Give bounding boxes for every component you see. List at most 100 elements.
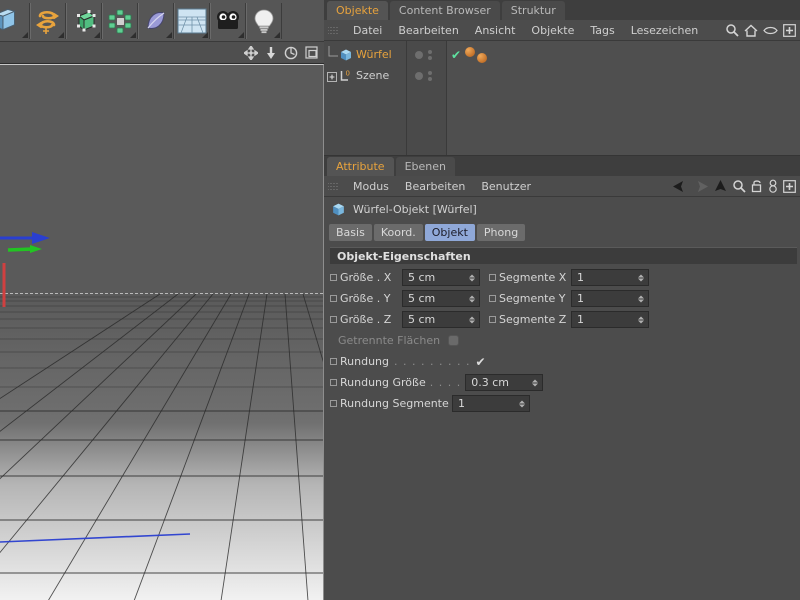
visibility-row-szene[interactable]	[407, 65, 446, 86]
tab-phong[interactable]: Phong	[477, 224, 525, 241]
z-axis-arrow	[32, 232, 50, 244]
menu-datei[interactable]: Datei	[345, 24, 390, 37]
search-icon[interactable]	[725, 23, 739, 37]
enabled-checkmark-icon[interactable]: ✔	[451, 49, 461, 61]
add-layer-icon[interactable]	[783, 24, 796, 37]
animate-checkbox-groesse-z[interactable]	[330, 316, 337, 323]
input-rundung-segmente[interactable]: 1	[452, 395, 530, 412]
spinner-groesse-x[interactable]	[469, 274, 475, 281]
cinema4d-window: Objekte Content Browser Struktur Datei B…	[0, 0, 800, 600]
panel-gripper-icon[interactable]	[328, 25, 339, 36]
object-row-wuerfel[interactable]: Würfel	[324, 44, 406, 65]
input-groesse-z[interactable]: 5 cm	[402, 311, 480, 328]
tool-camera-object[interactable]	[210, 3, 246, 39]
menu-objekte[interactable]: Objekte	[523, 24, 582, 37]
pin-icon[interactable]	[768, 179, 778, 193]
tool-corner-marker	[130, 32, 136, 38]
label-getrennte-flaechen: Getrennte Flächen	[338, 334, 448, 347]
x-axis-arrow[interactable]	[0, 263, 14, 313]
tag-sphere-icon[interactable]	[477, 53, 487, 63]
input-segmente-z[interactable]: 1	[571, 311, 649, 328]
animate-checkbox-segmente-x[interactable]	[489, 274, 496, 281]
tool-corner-marker	[238, 32, 244, 38]
animate-checkbox-rundung-groesse[interactable]	[330, 379, 337, 386]
object-manager-list[interactable]: Würfel 0 Szene	[324, 41, 800, 156]
animate-checkbox-groesse-x[interactable]	[330, 274, 337, 281]
input-groesse-y[interactable]: 5 cm	[402, 290, 480, 307]
value-rundung-segmente: 1	[458, 397, 465, 410]
editor-render-dots[interactable]	[428, 71, 432, 81]
menu-lesezeichen[interactable]: Lesezeichen	[623, 24, 707, 37]
y-axis-arrow	[30, 245, 42, 253]
expand-plus-icon[interactable]	[326, 69, 339, 83]
value-rundung-groesse: 0.3 cm	[471, 376, 509, 389]
section-objekt-eigenschaften: Objekt-Eigenschaften	[330, 247, 797, 264]
input-groesse-x[interactable]: 5 cm	[402, 269, 480, 286]
checkbox-rundung[interactable]: ✔	[475, 356, 485, 368]
spinner-rundung-groesse[interactable]	[532, 379, 538, 386]
nav-up-icon[interactable]	[714, 179, 727, 194]
dolly-icon[interactable]	[265, 46, 277, 60]
animate-checkbox-rundung-segmente[interactable]	[330, 400, 337, 407]
tab-ebenen[interactable]: Ebenen	[396, 157, 455, 176]
tab-objekte[interactable]: Objekte	[327, 1, 388, 20]
tool-cube-primitive[interactable]	[0, 3, 30, 39]
spinner-rundung-segmente[interactable]	[519, 400, 525, 407]
spinner-segmente-z[interactable]	[638, 316, 644, 323]
pan-icon[interactable]	[244, 46, 258, 60]
prop-row-rundung-groesse: Rundung Größe . . . . 0.3 cm	[324, 372, 800, 393]
input-segmente-x[interactable]: 1	[571, 269, 649, 286]
menu-bearbeiten[interactable]: Bearbeiten	[390, 24, 466, 37]
editor-render-dots[interactable]	[428, 50, 432, 60]
tool-nurbs-object[interactable]	[138, 3, 174, 39]
attribute-object-title-row: Würfel-Objekt [Würfel]	[324, 197, 800, 221]
home-icon[interactable]	[744, 24, 758, 37]
menu-ansicht[interactable]: Ansicht	[467, 24, 524, 37]
add-icon[interactable]	[783, 180, 796, 193]
menu-tags[interactable]: Tags	[582, 24, 622, 37]
nav-forward-icon[interactable]	[693, 180, 709, 193]
menu-modus[interactable]: Modus	[345, 180, 397, 193]
tag-sphere-icon[interactable]	[465, 47, 475, 57]
tab-content-browser[interactable]: Content Browser	[390, 1, 500, 20]
leader-dots-rundung: . . . . . . . . .	[394, 355, 470, 368]
animate-checkbox-segmente-y[interactable]	[489, 295, 496, 302]
rotate-icon[interactable]	[284, 46, 298, 60]
perspective-viewport[interactable]	[0, 64, 324, 600]
nav-back-icon[interactable]	[672, 180, 688, 193]
axis-gizmo[interactable]	[0, 205, 150, 265]
animate-checkbox-segmente-z[interactable]	[489, 316, 496, 323]
search-icon[interactable]	[732, 179, 746, 193]
tab-basis[interactable]: Basis	[329, 224, 372, 241]
spinner-groesse-y[interactable]	[469, 295, 475, 302]
eye-icon[interactable]	[763, 25, 778, 36]
tab-attribute[interactable]: Attribute	[327, 157, 394, 176]
panel-gripper-icon[interactable]	[328, 181, 339, 192]
tab-objekt[interactable]: Objekt	[425, 224, 475, 241]
spinner-segmente-y[interactable]	[638, 295, 644, 302]
animate-checkbox-groesse-y[interactable]	[330, 295, 337, 302]
input-rundung-groesse[interactable]: 0.3 cm	[465, 374, 543, 391]
tab-struktur[interactable]: Struktur	[502, 1, 565, 20]
animate-checkbox-rundung[interactable]	[330, 358, 337, 365]
checkbox-getrennte-flaechen[interactable]	[448, 335, 459, 346]
tool-make-editable[interactable]	[66, 3, 102, 39]
tag-row-wuerfel[interactable]: ✔	[447, 44, 800, 65]
tool-array-object[interactable]	[102, 3, 138, 39]
spinner-segmente-x[interactable]	[638, 274, 644, 281]
object-row-szene[interactable]: 0 Szene	[324, 65, 406, 86]
tool-undo-redo[interactable]	[30, 3, 66, 39]
unlock-icon[interactable]	[751, 179, 763, 193]
menu-bearbeiten-attr[interactable]: Bearbeiten	[397, 180, 473, 193]
maximize-viewport-icon[interactable]	[305, 46, 318, 59]
visibility-dot[interactable]	[415, 51, 423, 59]
menu-benutzer[interactable]: Benutzer	[473, 180, 539, 193]
value-segmente-z: 1	[577, 313, 584, 326]
visibility-dot[interactable]	[415, 72, 423, 80]
tool-floor-object[interactable]	[174, 3, 210, 39]
tab-koord[interactable]: Koord.	[374, 224, 423, 241]
spinner-groesse-z[interactable]	[469, 316, 475, 323]
tool-light-object[interactable]	[246, 3, 282, 39]
visibility-row-wuerfel[interactable]	[407, 44, 446, 65]
input-segmente-y[interactable]: 1	[571, 290, 649, 307]
